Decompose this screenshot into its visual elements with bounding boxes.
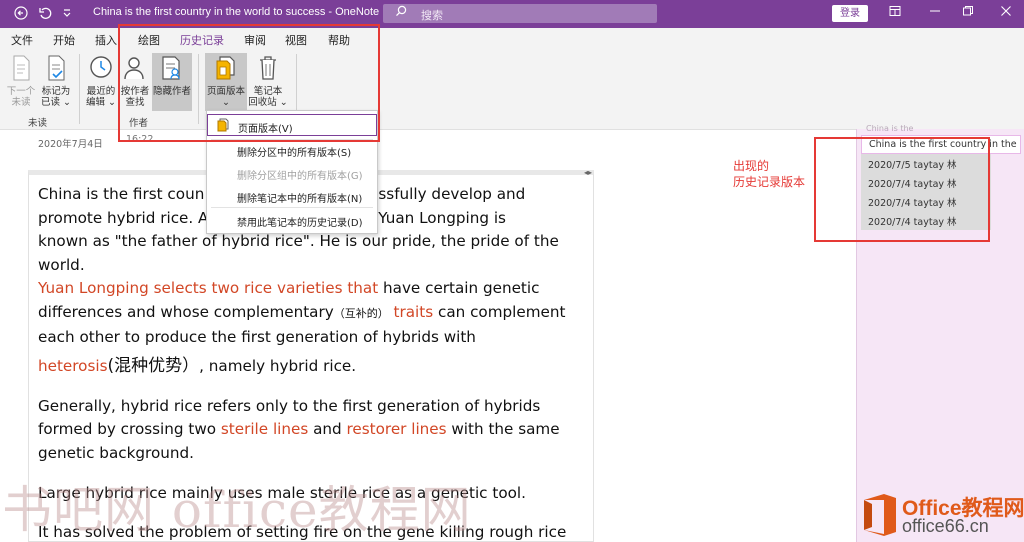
paragraph-3: Generally, hybrid rice refers only to th… — [38, 396, 560, 462]
restore-icon[interactable] — [958, 5, 978, 20]
page-date: 2020年7月4日 — [38, 139, 103, 150]
search-placeholder: 搜索 — [421, 9, 443, 22]
next-unread-icon — [4, 55, 38, 84]
back-arrow-icon[interactable] — [14, 6, 28, 24]
annotation-box-versions — [814, 137, 990, 242]
watermark-text: 书吧网 office教程网 — [2, 481, 472, 539]
window-title: China is the first country in the world … — [93, 6, 380, 18]
next-unread-label-2: 未读 — [11, 97, 31, 108]
note-resize-handle-icon[interactable]: ◂▸ — [584, 168, 592, 177]
tab-file[interactable]: 文件 — [11, 32, 33, 48]
quick-access-dropdown-icon[interactable] — [62, 8, 72, 24]
ribbon-separator — [79, 54, 80, 124]
clock-icon — [84, 55, 118, 84]
tab-home[interactable]: 开始 — [53, 32, 75, 48]
logo-text-domain: office66.cn — [902, 516, 989, 536]
paragraph-2: Yuan Longping selects two rice varieties… — [38, 279, 566, 377]
ribbon-display-options-icon[interactable] — [885, 5, 905, 20]
mark-read-label-1: 标记为 — [41, 86, 71, 97]
recent-edits-label-2: 编辑 ⌄ — [86, 97, 116, 108]
search-icon — [395, 5, 407, 20]
annotation-box-ribbon — [118, 24, 380, 142]
undo-icon[interactable] — [38, 6, 52, 24]
menu-separator — [211, 207, 373, 208]
recent-edits-label-1: 最近的 — [86, 86, 116, 97]
menu-item-delete-section-group-versions[interactable]: 删除分区组中的所有版本(G) — [207, 162, 377, 184]
next-unread-label-1: 下一个 — [6, 86, 36, 97]
tab-insert[interactable]: 插入 — [95, 32, 117, 48]
mark-read-label-2: 已读 ⌄ — [41, 97, 71, 108]
close-icon[interactable] — [996, 5, 1016, 20]
search-input[interactable]: 搜索 — [383, 4, 657, 23]
menu-item-delete-notebook-versions[interactable]: 删除笔记本中的所有版本(N) — [207, 185, 377, 207]
mark-read-icon — [39, 55, 73, 84]
recent-edits-button[interactable]: 最近的 编辑 ⌄ — [84, 55, 118, 108]
menu-item-disable-history[interactable]: 禁用此笔记本的历史记录(D) — [207, 209, 377, 231]
login-button[interactable]: 登录 — [832, 5, 868, 22]
next-unread-button[interactable]: 下一个 未读 — [4, 55, 38, 108]
page-list-item-partial[interactable]: China is the — [866, 124, 913, 133]
office-logo-icon — [860, 492, 900, 538]
group-label-unread: 未读 — [28, 118, 48, 129]
minimize-icon[interactable] — [925, 5, 945, 20]
annotation-label: 出现的 历史记录版本 — [733, 159, 806, 189]
mark-as-read-button[interactable]: 标记为 已读 ⌄ — [39, 55, 73, 108]
menu-item-delete-section-versions[interactable]: 删除分区中的所有版本(S) — [207, 139, 377, 161]
